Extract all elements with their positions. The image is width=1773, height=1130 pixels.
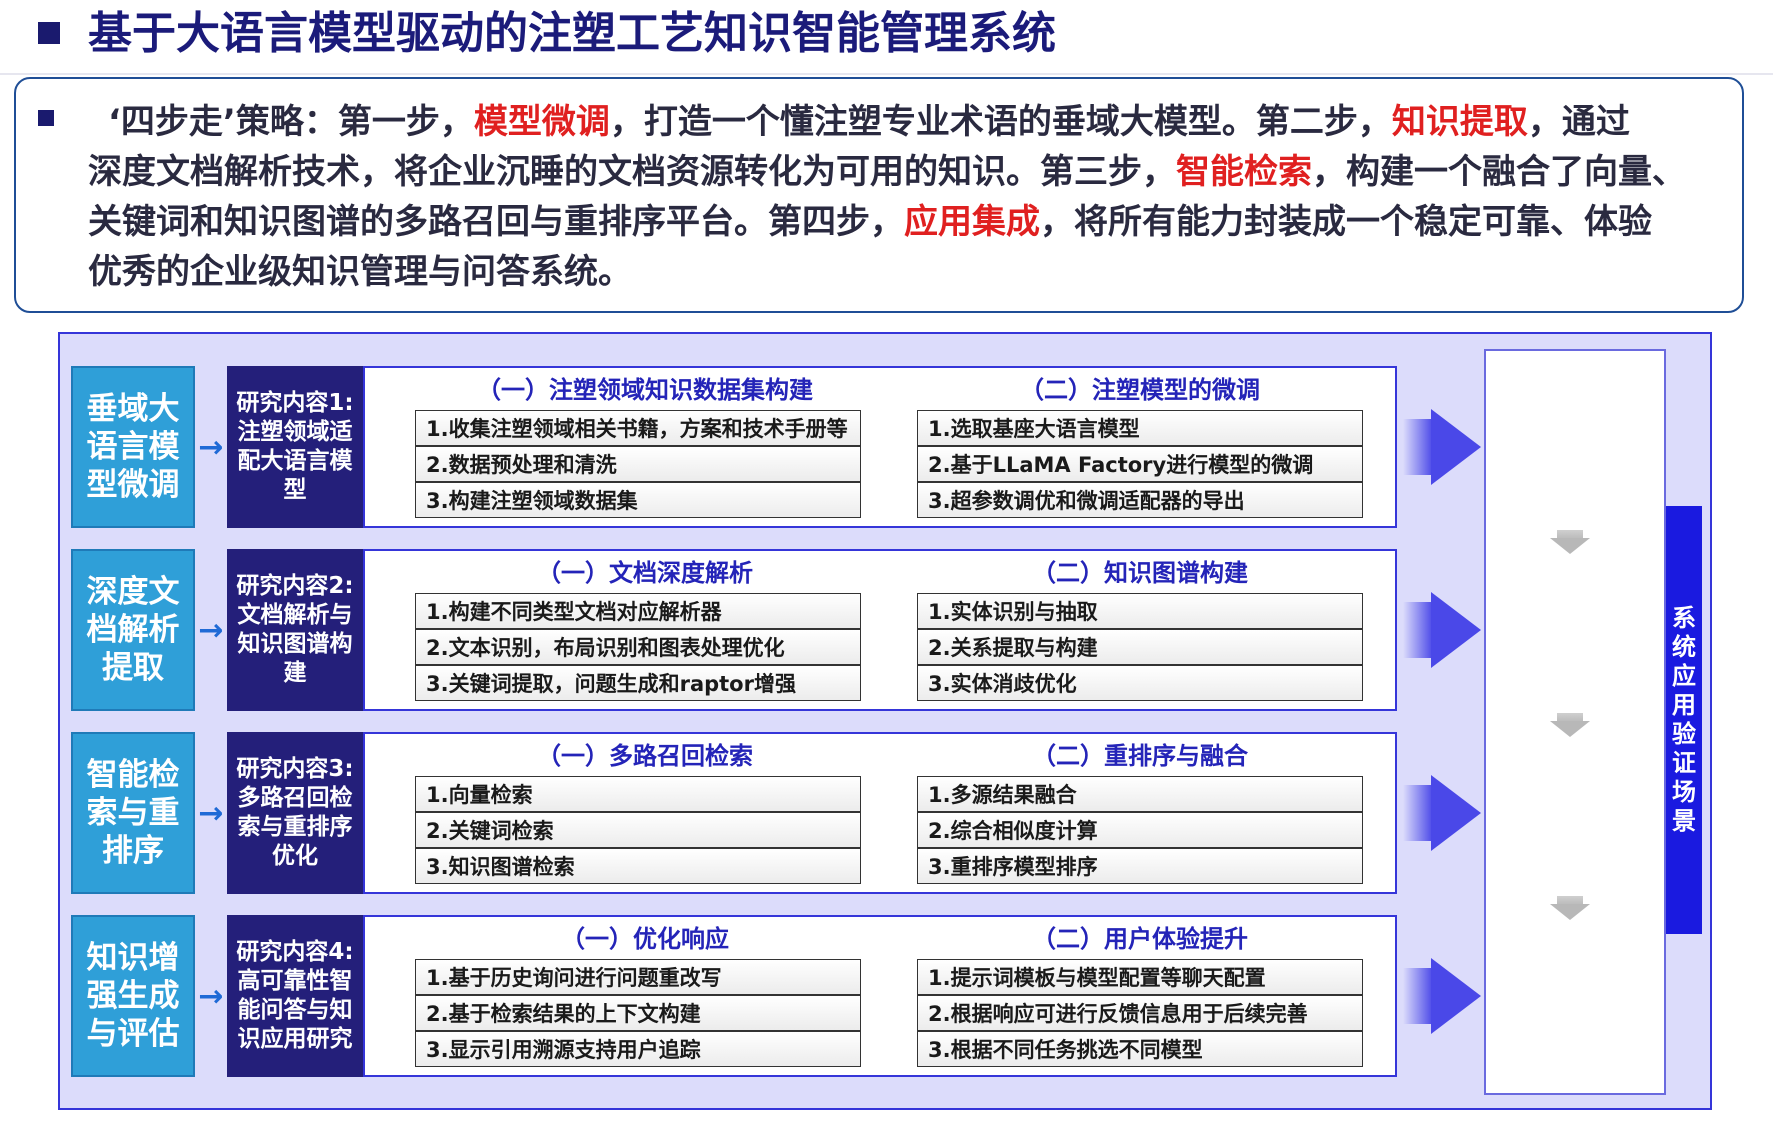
task-item: 3.构建注塑领域数据集 <box>415 482 861 518</box>
task-item: 1.选取基座大语言模型 <box>917 410 1363 446</box>
task-item: 2.基于LLaMA Factory进行模型的微调 <box>917 446 1363 482</box>
title-bullet-icon <box>38 22 60 44</box>
stage-label: 知识增强生成与评估 <box>71 915 195 1077</box>
section-b-title: （二）注塑模型的微调 <box>1020 376 1260 404</box>
task-item: 3.关键词提取，问题生成和raptor增强 <box>415 665 861 701</box>
down-arrow-icon <box>1550 904 1590 920</box>
summary-text: 关键词和知识图谱的多路召回与重排序平台。第四步， <box>88 202 904 242</box>
stage-label: 垂域大语言模型微调 <box>71 366 195 528</box>
task-item: 1.实体识别与抽取 <box>917 593 1363 629</box>
flow-arrow-icon <box>1431 958 1481 1034</box>
section-b-title: （二）重排序与融合 <box>1032 742 1248 770</box>
page-title: 基于大语言模型驱动的注塑工艺知识智能管理系统 <box>88 8 1056 59</box>
task-item: 2.关系提取与构建 <box>917 629 1363 665</box>
research-content-label: 研究内容1:注塑领域适配大语言模型 <box>227 366 363 528</box>
down-arrow-icon <box>1550 538 1590 554</box>
summary-line-1: ‘四步走’策略：第一步，模型微调，打造一个懂注塑专业术语的垂域大模型。第二步，知… <box>108 97 1630 147</box>
research-content-label: 研究内容4:高可靠性智能问答与知识应用研究 <box>227 915 363 1077</box>
flow-arrow-icon <box>1431 409 1481 485</box>
task-item: 1.向量检索 <box>415 776 861 812</box>
task-item: 1.基于历史询问进行问题重改写 <box>415 959 861 995</box>
research-content-label: 研究内容3:多路召回检索与重排序优化 <box>227 732 363 894</box>
section-a-title: （一）注塑领域知识数据集构建 <box>477 376 813 404</box>
summary-line-3: 关键词和知识图谱的多路召回与重排序平台。第四步，应用集成，将所有能力封装成一个稳… <box>88 197 1652 247</box>
task-item: 2.数据预处理和清洗 <box>415 446 861 482</box>
right-arrow-icon: → <box>198 612 224 648</box>
system-validation-bar: 系统应用验证场景 <box>1666 506 1702 934</box>
highlight-term: 智能检索 <box>1176 152 1312 192</box>
section-b-title: （二）用户体验提升 <box>1032 925 1248 953</box>
down-arrow-icon <box>1550 721 1590 737</box>
task-item: 3.根据不同任务挑选不同模型 <box>917 1031 1363 1067</box>
task-item: 1.提示词模板与模型配置等聊天配置 <box>917 959 1363 995</box>
side-label-char: 系 <box>1672 604 1696 632</box>
right-arrow-icon: → <box>198 978 224 1014</box>
summary-bullet-icon <box>38 110 54 126</box>
task-item: 2.基于检索结果的上下文构建 <box>415 995 861 1031</box>
highlight-term: 应用集成 <box>904 202 1040 242</box>
summary-text: ，打造一个懂注塑专业术语的垂域大模型。第二步， <box>609 102 1392 142</box>
summary-text: ，通过 <box>1527 102 1630 142</box>
section-b-title: （二）知识图谱构建 <box>1032 559 1248 587</box>
summary-text: ，将所有能力封装成一个稳定可靠、体验 <box>1040 202 1652 242</box>
side-label-char: 场 <box>1672 778 1696 806</box>
section-a-title: （一）文档深度解析 <box>537 559 753 587</box>
section-a-title: （一）多路召回检索 <box>537 742 753 770</box>
flow-arrow-icon <box>1431 775 1481 851</box>
task-item: 2.关键词检索 <box>415 812 861 848</box>
right-arrow-icon: → <box>198 429 224 465</box>
task-item: 1.收集注塑领域相关书籍，方案和技术手册等 <box>415 410 861 446</box>
task-item: 3.实体消歧优化 <box>917 665 1363 701</box>
flow-arrow-tail <box>1403 968 1433 1024</box>
section-a-title: （一）优化响应 <box>561 925 729 953</box>
flow-arrow-tail <box>1403 785 1433 841</box>
task-item: 2.文本识别，布局识别和图表处理优化 <box>415 629 861 665</box>
task-item: 3.超参数调优和微调适配器的导出 <box>917 482 1363 518</box>
flow-arrow-tail <box>1403 419 1433 475</box>
side-label-char: 证 <box>1672 749 1696 777</box>
task-item: 3.知识图谱检索 <box>415 848 861 884</box>
task-item: 3.显示引用溯源支持用户追踪 <box>415 1031 861 1067</box>
side-label-char: 用 <box>1672 691 1696 719</box>
summary-line-2: 深度文档解析技术，将企业沉睡的文档资源转化为可用的知识。第三步，智能检索，构建一… <box>88 147 1686 197</box>
task-item: 3.重排序模型排序 <box>917 848 1363 884</box>
summary-text: 优秀的企业级知识管理与问答系统。 <box>88 252 632 292</box>
summary-line-4: 优秀的企业级知识管理与问答系统。 <box>88 247 632 297</box>
summary-text: ‘四步走’策略：第一步， <box>108 102 474 142</box>
summary-text: ，构建一个融合了向量、 <box>1312 152 1686 192</box>
task-item: 1.多源结果融合 <box>917 776 1363 812</box>
side-label-char: 应 <box>1672 662 1696 690</box>
flow-arrow-tail <box>1403 602 1433 658</box>
highlight-term: 模型微调 <box>473 102 610 142</box>
summary-text: 深度文档解析技术，将企业沉睡的文档资源转化为可用的知识。第三步， <box>88 152 1176 192</box>
highlight-term: 知识提取 <box>1391 102 1528 142</box>
right-arrow-icon: → <box>198 795 224 831</box>
stage-label: 智能检索与重排序 <box>71 732 195 894</box>
stage-label: 深度文档解析提取 <box>71 549 195 711</box>
task-item: 1.构建不同类型文档对应解析器 <box>415 593 861 629</box>
task-item: 2.根据响应可进行反馈信息用于后续完善 <box>917 995 1363 1031</box>
title-divider <box>0 73 1773 75</box>
side-label-char: 景 <box>1672 807 1696 835</box>
side-label-char: 统 <box>1672 633 1696 661</box>
task-item: 2.综合相似度计算 <box>917 812 1363 848</box>
flow-arrow-icon <box>1431 592 1481 668</box>
side-label-char: 验 <box>1672 720 1696 748</box>
research-content-label: 研究内容2:文档解析与知识图谱构建 <box>227 549 363 711</box>
